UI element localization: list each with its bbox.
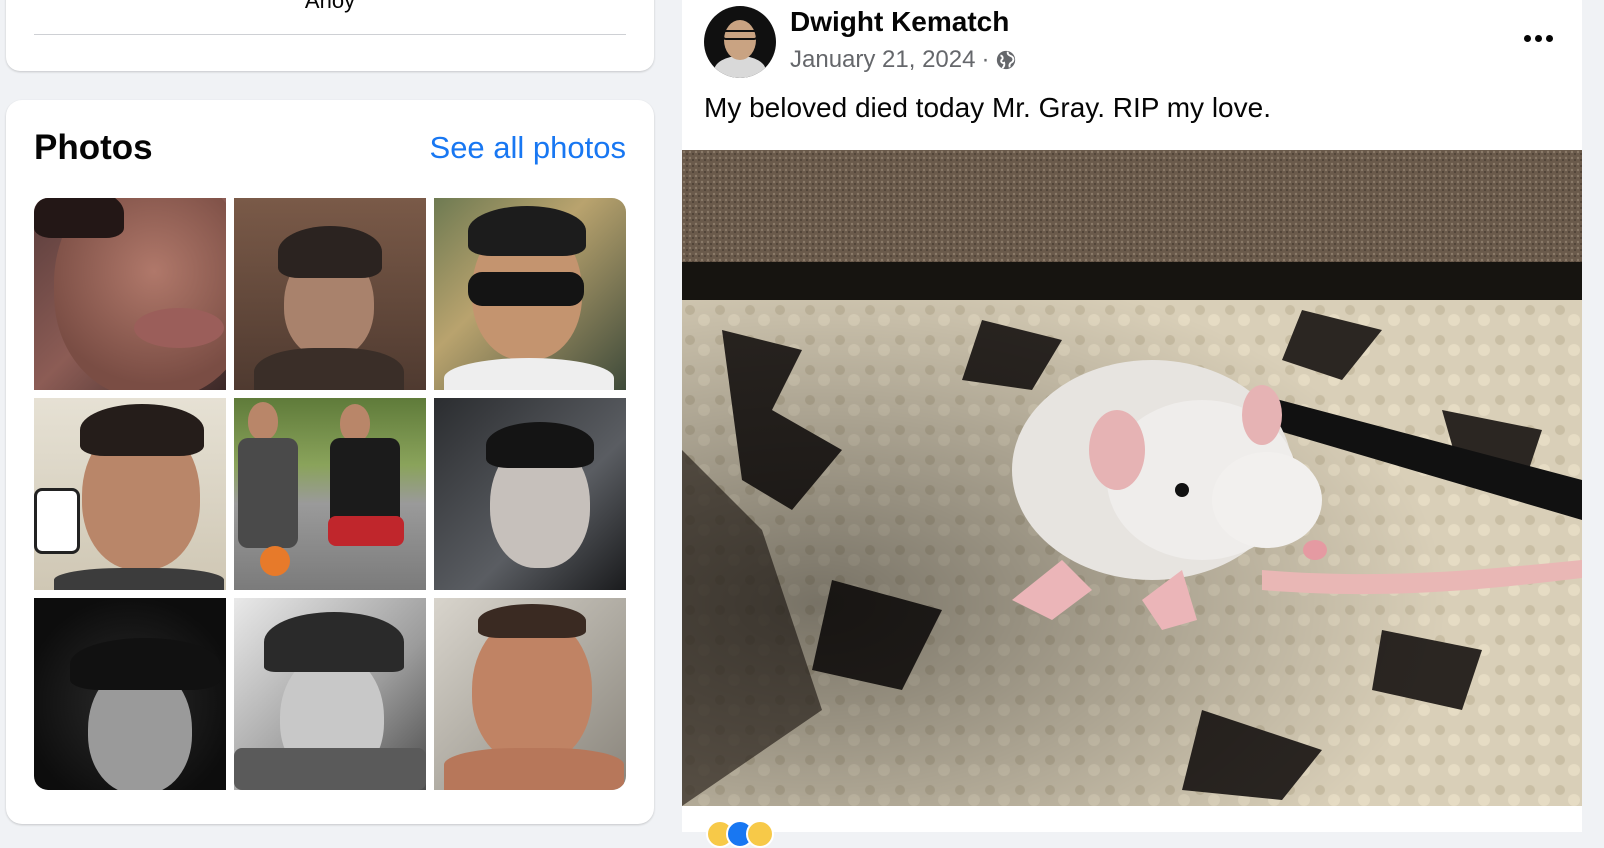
photo-grid	[34, 198, 626, 790]
photo-tile-hardhat-bw-selfie[interactable]	[234, 598, 426, 790]
photo-tile-shirtless-selfie[interactable]	[434, 598, 626, 790]
photo-tile-cap-bw-selfie[interactable]	[34, 598, 226, 790]
photo-tile-closeup-face[interactable]	[34, 198, 226, 390]
care-reaction-icon	[746, 820, 774, 848]
post-date[interactable]: January 21, 2024	[790, 46, 975, 74]
photos-title: Photos	[34, 128, 153, 167]
photo-tile-two-men-street[interactable]	[234, 398, 426, 590]
author-avatar[interactable]	[704, 6, 776, 78]
rat-photo-illustration	[682, 150, 1582, 806]
more-options-icon[interactable]	[1516, 26, 1560, 50]
post-author-name[interactable]: Dwight Kematch	[790, 6, 1009, 38]
photos-card: Photos See all photos	[6, 100, 654, 824]
photo-tile-dark-smile-selfie[interactable]	[434, 398, 626, 590]
globe-icon	[997, 50, 1016, 70]
post-text: My beloved died today Mr. Gray. RIP my l…	[704, 92, 1271, 123]
meta-separator: ·	[981, 46, 990, 73]
photo-tile-office-selfie[interactable]	[34, 398, 226, 590]
post-image-rat[interactable]	[682, 150, 1582, 806]
intro-card: Ahoy	[6, 0, 654, 71]
post-meta: January 21, 2024 ·	[790, 46, 1017, 74]
see-all-photos-link[interactable]: See all photos	[430, 130, 626, 166]
photo-tile-sunglasses-selfie[interactable]	[434, 198, 626, 390]
reaction-icons[interactable]	[706, 820, 774, 848]
post-card: Dwight Kematch January 21, 2024 · My bel…	[682, 0, 1582, 848]
intro-divider	[34, 34, 626, 35]
intro-cut-text: Ahoy	[304, 0, 356, 13]
photo-tile-beanie-selfie[interactable]	[234, 198, 426, 390]
